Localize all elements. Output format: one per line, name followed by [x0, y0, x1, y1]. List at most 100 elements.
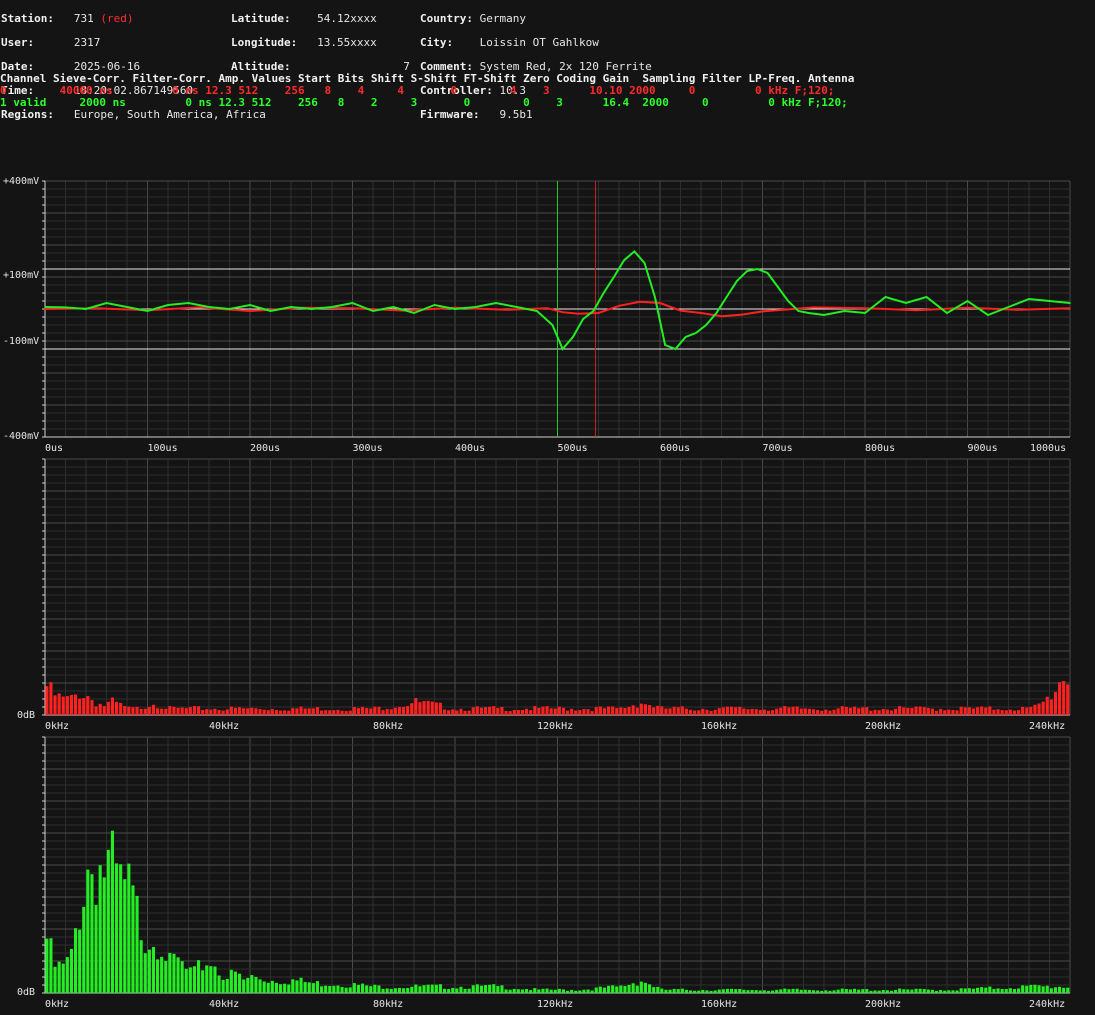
spectrum-green-bar	[135, 895, 139, 993]
spectrum-green-bar	[213, 966, 217, 993]
wave-y-label-minus100: -100mV	[3, 336, 40, 347]
spectrum-green-bar	[192, 966, 196, 993]
spectrum-red-bar	[135, 706, 139, 715]
spectrum-red-bar	[783, 706, 787, 715]
spectrum-red-bar	[377, 706, 381, 715]
waveform-point-channel1	[44, 306, 46, 308]
spectrum-red-bar	[795, 706, 799, 715]
spectrum-green-bar	[459, 986, 463, 993]
spectrum-green-bar	[381, 988, 385, 993]
spectrum-red-bar	[836, 708, 840, 715]
spectrum-green-bar	[1004, 988, 1008, 993]
spectrum-green-bar	[147, 949, 151, 993]
spectrum-red-bar	[1021, 706, 1025, 715]
spectrum-red-bar	[594, 707, 598, 715]
spectrum-red-bar	[246, 708, 250, 715]
spectrum-green-bar	[1053, 987, 1057, 993]
spectrum-red-bar	[258, 709, 262, 715]
spectrum-green-bar	[209, 966, 213, 993]
spectrum-green-bar	[451, 987, 455, 993]
spectrum-red-bar	[680, 706, 684, 715]
spectrum-red-bar	[799, 708, 803, 715]
spectrum-red-bar	[697, 710, 701, 715]
waveform-point-channel1	[582, 318, 584, 320]
waveform-point-channel1	[551, 324, 554, 326]
spectrum-green-bar	[918, 988, 922, 993]
spectrum-red-bar	[496, 708, 500, 715]
spectrum-red-bar	[488, 706, 492, 715]
spectrum-green-bar	[816, 990, 820, 993]
spectrum-green-bar	[233, 971, 237, 993]
spectrum-red-bar	[397, 706, 401, 715]
spectrum-green-bar	[287, 984, 291, 993]
spectrum-green-bar	[119, 864, 123, 993]
waveform-point-channel1	[126, 306, 128, 308]
spectrum-red-bar	[422, 701, 426, 715]
spectrum-green-bar	[69, 948, 73, 993]
spectrum-green-bar	[1000, 988, 1004, 993]
spectrum-green-bar	[623, 986, 627, 993]
spectrum-green-bar	[598, 986, 602, 993]
spectrum-green-bar	[664, 989, 668, 993]
spectrum-red-bar	[516, 709, 520, 715]
waveform-point-channel1	[987, 314, 989, 316]
spectrum-green-bar	[1041, 986, 1045, 993]
spectrum-green-bar	[668, 989, 672, 993]
spectrum-red-bar	[279, 710, 283, 715]
spectrum-green-bar	[766, 990, 770, 993]
spectrum-green-bar	[242, 979, 246, 993]
waveform-point-channel1	[105, 302, 108, 304]
wave-x-tick-label: 0us	[45, 443, 64, 454]
spectrum-green-y-label: 0dB	[17, 987, 36, 998]
spectrum-green-bar	[976, 987, 980, 993]
spectrum-red-bar	[61, 696, 65, 715]
spectrum-red-bar	[254, 708, 258, 715]
spectrum-green-bar	[57, 961, 61, 993]
spectrum-red-bar	[414, 698, 418, 715]
spectrum-green-bar	[110, 830, 114, 993]
spectrum-green-bar	[475, 984, 479, 993]
spectrum-red-bar	[943, 710, 947, 715]
spectrum-green-bar	[557, 988, 561, 993]
spectrum-green-bar	[746, 990, 750, 993]
spectrum-red-bar	[205, 709, 209, 715]
spectrum-green-bar	[443, 988, 447, 993]
spectrum-red-bar	[930, 708, 934, 715]
spectrum-green-bar	[635, 985, 639, 993]
spectrum-x-tick-label: 200kHz	[865, 999, 902, 1010]
spectrum-x-tick-label: 120kHz	[537, 999, 574, 1010]
spectrum-green-bar	[795, 988, 799, 993]
spectrum-red-bar	[406, 706, 410, 715]
waveform-point-channel1	[85, 308, 87, 310]
spectrum-red-bar	[672, 706, 676, 715]
spectrum-green-bar	[340, 987, 344, 993]
spectrum-red-bar	[266, 710, 270, 715]
spectrum-red-bar	[984, 707, 988, 715]
spectrum-green-bar	[828, 990, 832, 993]
spectrum-green-bar	[602, 987, 606, 993]
waveform-point-channel0	[561, 311, 564, 314]
spectrum-red-bar	[369, 708, 373, 715]
spectrum-green-bar	[857, 989, 861, 993]
spectrum-green-bar	[947, 990, 951, 993]
spectrum-green-bar	[898, 988, 902, 993]
spectrum-green-bar	[570, 989, 574, 993]
spectrum-green-bar	[910, 989, 914, 993]
spectrum-red-bar	[889, 710, 893, 715]
spectrum-red-bar	[976, 707, 980, 715]
spectrum-green-bar	[332, 985, 336, 993]
wave-x-tick-label: 100us	[147, 443, 178, 454]
spectrum-red-bar	[270, 708, 274, 715]
spectrum-green-bar	[738, 988, 742, 993]
spectrum-red-bar	[139, 708, 143, 715]
spectrum-red-bar	[389, 709, 393, 715]
spectrum-red-bar	[582, 709, 586, 715]
spectrum-red-bar	[106, 701, 110, 715]
spectrum-red-bar	[619, 707, 623, 715]
waveform-point-channel1	[843, 310, 846, 312]
wave-x-tick-label: 600us	[660, 443, 691, 454]
spectrum-green-bar	[250, 975, 254, 993]
waveform-point-channel0	[1069, 307, 1071, 310]
waveform-point-channel1	[766, 272, 769, 274]
spectrum-green-bar	[1058, 986, 1062, 993]
